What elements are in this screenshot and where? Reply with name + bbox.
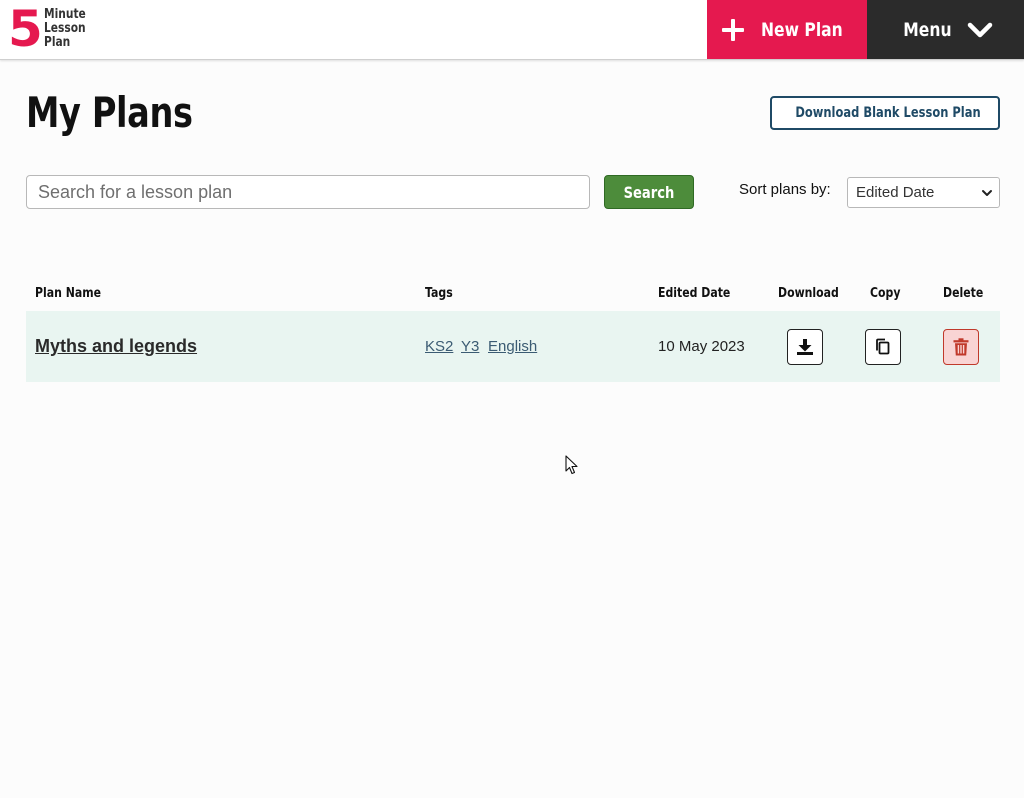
download-blank-lesson-plan-button[interactable]: Download Blank Lesson Plan	[770, 96, 1000, 130]
column-header-edited-date: Edited Date	[658, 286, 731, 301]
download-blank-label: Download Blank Lesson Plan	[795, 105, 981, 121]
logo-word-minute: Minute	[43, 7, 86, 22]
tag-link[interactable]: KS2	[425, 338, 453, 355]
chevron-down-icon	[967, 22, 993, 37]
menu-label: Menu	[903, 18, 952, 41]
column-header-copy: Copy	[870, 286, 901, 301]
plan-name-link[interactable]: Myths and legends	[35, 336, 197, 357]
logo-word-plan: Plan	[43, 35, 71, 50]
search-button-label: Search	[623, 182, 675, 202]
column-header-plan-name: Plan Name	[35, 286, 101, 301]
delete-plan-button[interactable]	[943, 329, 979, 365]
top-navbar: 5 Minute Lesson Plan New Plan Menu	[0, 0, 1024, 60]
column-header-download: Download	[778, 286, 839, 301]
logo-wordmark: Minute Lesson Plan	[44, 8, 86, 50]
tag-link[interactable]: Y3	[461, 338, 479, 355]
search-input[interactable]	[26, 175, 590, 209]
edited-date: 10 May 2023	[658, 338, 745, 355]
copy-plan-button[interactable]	[865, 329, 901, 365]
download-icon	[797, 339, 813, 355]
trash-icon	[953, 338, 969, 356]
page-title: My Plans	[26, 88, 193, 137]
column-header-tags: Tags	[425, 286, 453, 301]
site-logo[interactable]: 5 Minute Lesson Plan	[8, 0, 98, 58]
sort-label: Sort plans by:	[739, 181, 831, 198]
download-plan-button[interactable]	[787, 329, 823, 365]
menu-button[interactable]: Menu	[867, 0, 1024, 59]
sort-selected-value: Edited Date	[856, 184, 935, 201]
logo-word-lesson: Lesson	[43, 21, 86, 36]
plus-icon	[722, 18, 745, 41]
search-button[interactable]: Search	[604, 175, 694, 209]
copy-icon	[876, 338, 890, 355]
logo-number: 5	[8, 0, 43, 58]
chevron-down-icon	[982, 190, 992, 196]
sort-select[interactable]: Edited Date	[847, 177, 1000, 208]
new-plan-button[interactable]: New Plan	[707, 0, 867, 59]
column-header-delete: Delete	[943, 286, 984, 301]
mouse-cursor-icon	[565, 455, 578, 475]
tag-link[interactable]: English	[488, 338, 537, 355]
new-plan-label: New Plan	[761, 18, 843, 41]
